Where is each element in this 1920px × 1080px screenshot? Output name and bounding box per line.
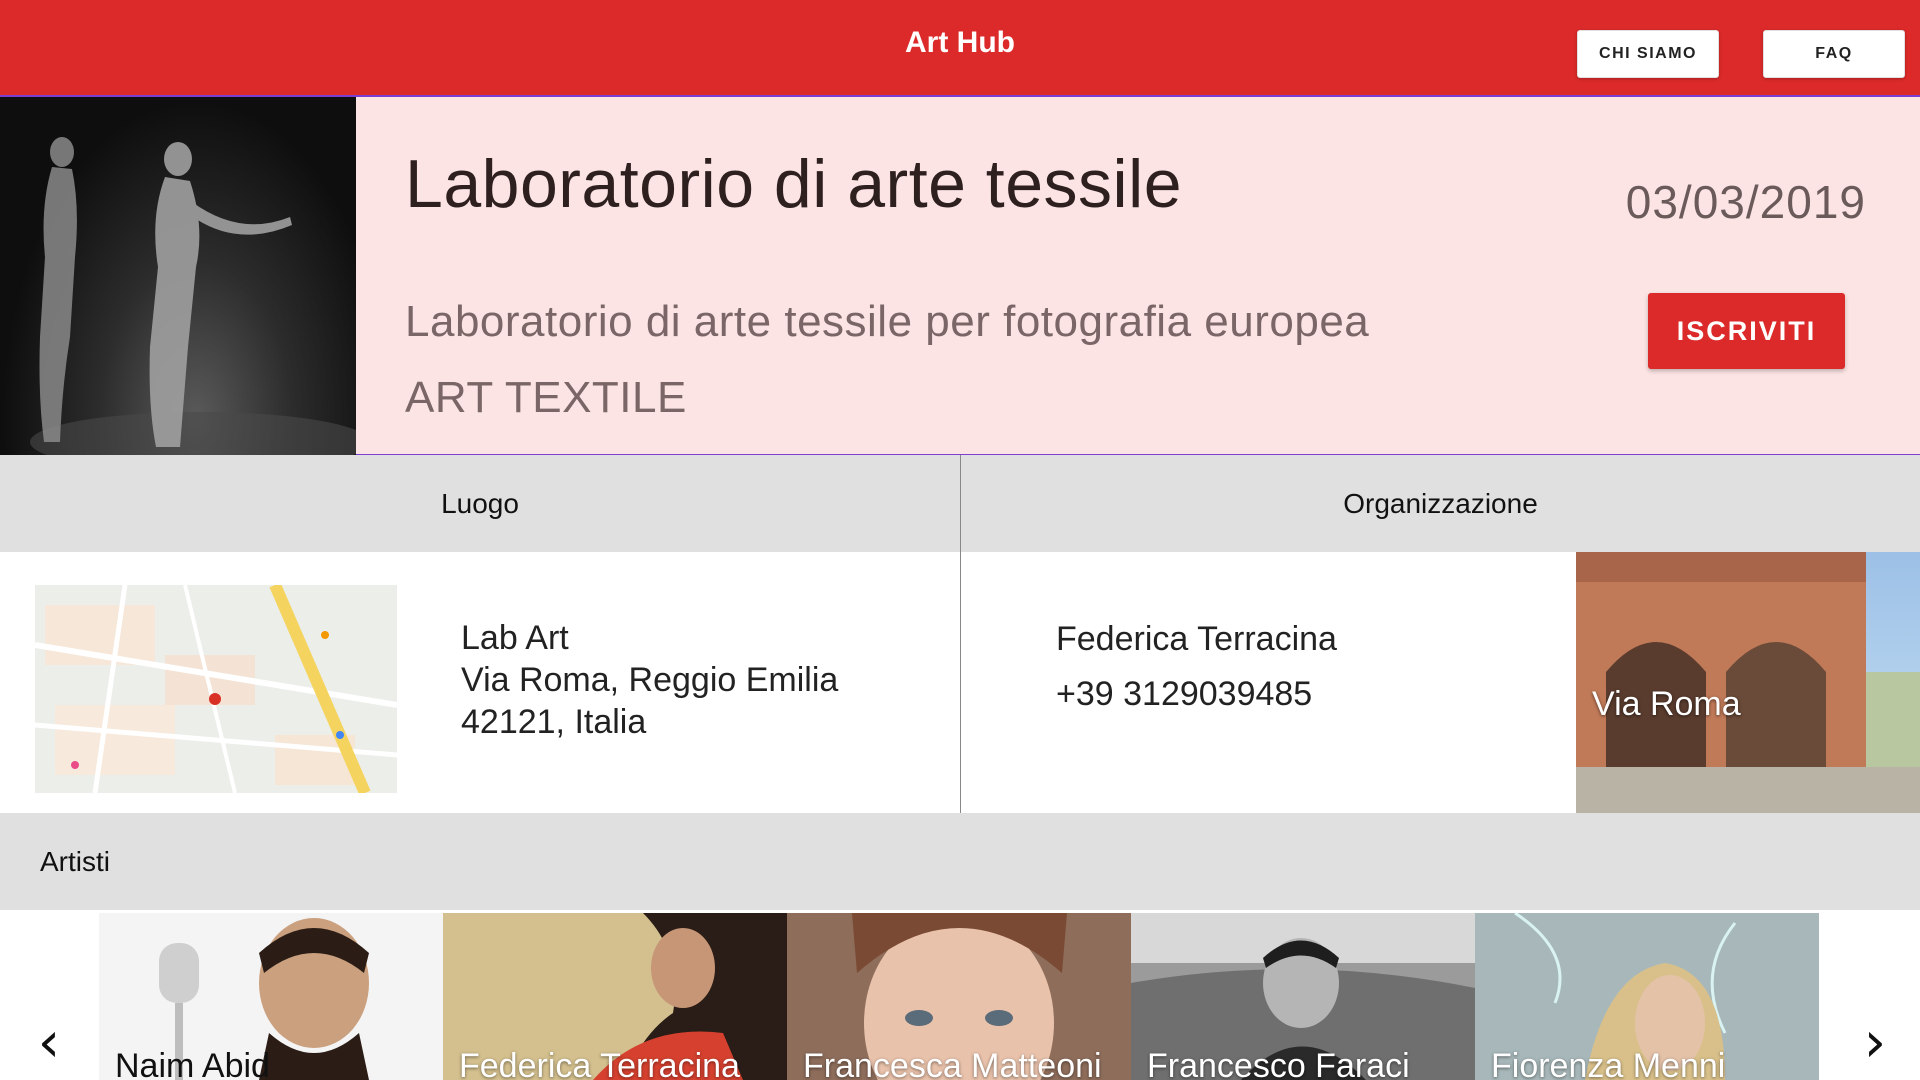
artist-name: Fiorenza Menni (1491, 1047, 1726, 1080)
place-card[interactable]: Via Roma (1576, 552, 1920, 813)
organizzazione-heading: Organizzazione (961, 455, 1920, 552)
event-photo (0, 97, 356, 455)
organizer-phone: +39 3129039485 (1056, 675, 1313, 713)
luogo-heading: Luogo (0, 455, 960, 552)
location-postcode: 42121, Italia (461, 703, 647, 741)
artist-name: Naim Abid (115, 1047, 270, 1080)
artist-card[interactable]: Fiorenza Menni (1475, 913, 1819, 1080)
event-hero: Laboratorio di arte tessile 03/03/2019 L… (0, 97, 1920, 455)
event-title: Laboratorio di arte tessile (405, 146, 1183, 222)
location-street: Via Roma, Reggio Emilia (461, 661, 839, 699)
event-date: 03/03/2019 (1625, 176, 1866, 228)
section-divider (960, 455, 961, 813)
organizer-info: Federica Terracina +39 3129039485 (1056, 612, 1337, 722)
faq-button[interactable]: FAQ (1763, 30, 1905, 78)
chevron-right-icon[interactable]: › (1850, 1013, 1900, 1073)
chi-siamo-button[interactable]: CHI SIAMO (1577, 30, 1719, 78)
location-map[interactable] (35, 585, 397, 793)
artist-name: Francesco Faraci (1147, 1047, 1410, 1080)
iscriviti-button[interactable]: ISCRIVITI (1648, 293, 1845, 369)
artist-card[interactable]: Naim Abid (99, 913, 443, 1080)
artist-name: Federica Terracina (459, 1047, 740, 1080)
location-address: Lab Art Via Roma, Reggio Emilia 42121, I… (461, 617, 838, 743)
event-description: Laboratorio di arte tessile per fotograf… (405, 297, 1370, 346)
place-label: Via Roma (1592, 685, 1741, 723)
chevron-left-icon[interactable]: ‹ (24, 1013, 74, 1073)
artist-card[interactable]: Francesco Faraci (1131, 913, 1475, 1080)
organizer-name: Federica Terracina (1056, 620, 1337, 658)
artisti-header: Artisti (0, 813, 1920, 910)
artist-name: Francesca Matteoni (803, 1047, 1102, 1080)
event-category: ART TEXTILE (405, 373, 687, 422)
artisti-heading: Artisti (40, 846, 110, 877)
artist-card[interactable]: Federica Terracina (443, 913, 787, 1080)
top-app-bar: Art Hub CHI SIAMO FAQ (0, 0, 1920, 97)
artists-carousel: ‹ Naim Abid Federica Terracina Francesca… (0, 913, 1920, 1080)
location-name: Lab Art (461, 619, 569, 657)
artist-card[interactable]: Francesca Matteoni (787, 913, 1131, 1080)
